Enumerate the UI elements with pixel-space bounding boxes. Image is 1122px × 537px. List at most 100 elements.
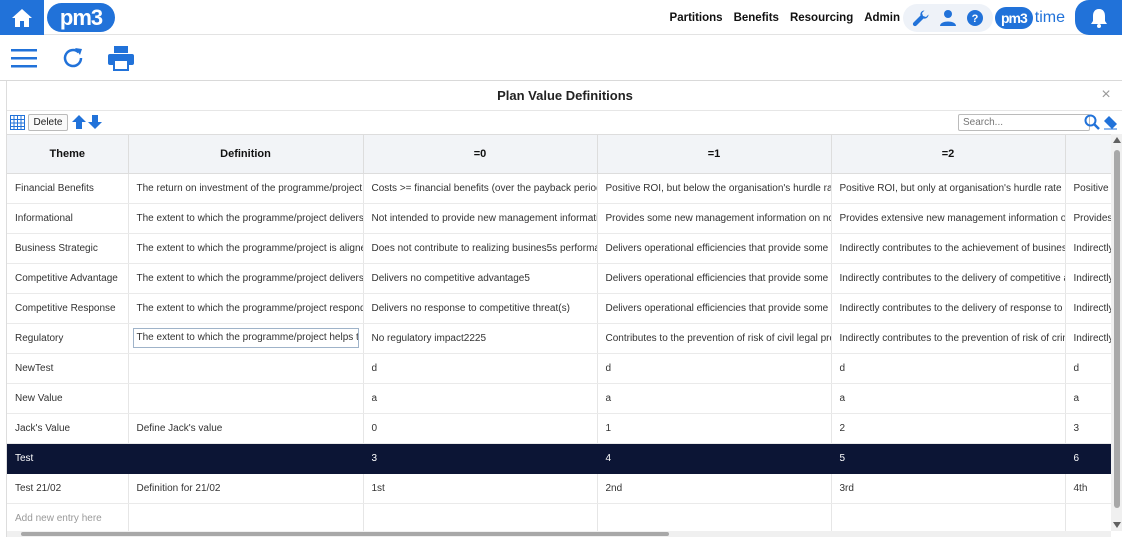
pm3-time-logo[interactable]: pm3 time (995, 6, 1065, 30)
notifications-button[interactable] (1075, 0, 1122, 35)
table-cell[interactable]: 3rd (831, 473, 1066, 504)
clear-filter-icon[interactable] (1103, 115, 1118, 130)
table-cell[interactable]: Positive ROI, but only at organisation's… (831, 173, 1066, 204)
table-cell[interactable] (597, 503, 832, 531)
table-cell[interactable]: Test (7, 443, 129, 474)
table-cell[interactable]: Indirectly contributes to the delivery o… (831, 263, 1066, 294)
table-cell[interactable]: Delivers operational efficiencies that p… (597, 263, 832, 294)
scroll-up-arrow[interactable] (1113, 137, 1121, 143)
search-icon[interactable] (1084, 114, 1100, 130)
table-cell[interactable]: Not intended to provide new management i… (363, 203, 598, 234)
table-row[interactable]: Competitive Advantage The extent to which… (7, 263, 1111, 294)
table-cell[interactable] (363, 503, 598, 531)
delete-button[interactable]: Delete (28, 114, 68, 131)
table-row[interactable]: Regulatory The extent to which the progra… (7, 323, 1111, 354)
table-row[interactable]: New Value a a a a (7, 383, 1111, 414)
table-cell[interactable]: Delivers no response to competitive thre… (363, 293, 598, 324)
table-cell[interactable]: Business Strategic (7, 233, 129, 264)
table-cell[interactable]: Indirectly contributes to the prevention… (831, 323, 1066, 354)
scroll-down-arrow[interactable] (1113, 522, 1121, 528)
table-cell[interactable]: Definition for 21/02 (128, 473, 364, 504)
table-cell[interactable]: 5 (831, 443, 1066, 474)
table-cell[interactable]: 3 (1065, 413, 1111, 444)
move-down-arrow-icon[interactable] (87, 114, 103, 130)
menu-button[interactable] (9, 43, 39, 73)
table-cell[interactable]: Indirectly (1065, 293, 1111, 324)
table-row[interactable]: Competitive Response The extent to which … (7, 293, 1111, 324)
table-cell[interactable]: The extent to which the programme/projec… (128, 293, 364, 324)
table-cell[interactable]: Financial Benefits (7, 173, 129, 204)
table-cell[interactable]: 4 (597, 443, 832, 474)
table-cell[interactable]: 2 (831, 413, 1066, 444)
table-cell[interactable]: a (831, 383, 1066, 414)
table-cell[interactable]: 4th (1065, 473, 1111, 504)
table-cell[interactable]: The extent to which the programme/projec… (128, 323, 364, 354)
table-cell[interactable]: d (597, 353, 832, 384)
table-cell[interactable]: Positive ROI, but below the organisation… (597, 173, 832, 204)
table-cell[interactable] (128, 353, 364, 384)
table-cell[interactable]: Competitive Advantage (7, 263, 129, 294)
table-row[interactable]: Test 21/02 Definition for 21/02 1st 2nd 3rd 4… (7, 473, 1111, 504)
table-cell[interactable]: Indirectly contributes to the delivery o… (831, 293, 1066, 324)
table-cell[interactable]: Provides (1065, 203, 1111, 234)
table-cell[interactable]: Competitive Response (7, 293, 129, 324)
refresh-button[interactable] (58, 43, 88, 73)
table-cell[interactable]: d (831, 353, 1066, 384)
table-cell[interactable]: Indirectly (1065, 323, 1111, 354)
print-button[interactable] (106, 43, 136, 73)
table-cell[interactable]: Indirectly contributes to the achievemen… (831, 233, 1066, 264)
nav-resourcing[interactable]: Resourcing (790, 12, 853, 24)
table-cell[interactable]: Costs >= financial benefits (over the pa… (363, 173, 598, 204)
wrench-icon[interactable] (912, 9, 930, 27)
table-cell[interactable]: The return on investment of the programm… (128, 173, 364, 204)
table-row[interactable]: Business Strategic The extent to which th… (7, 233, 1111, 264)
table-cell[interactable]: The extent to which the programme/projec… (128, 233, 364, 264)
table-cell[interactable]: New Value (7, 383, 129, 414)
user-icon[interactable] (939, 9, 957, 27)
table-cell[interactable]: Test 21/02 (7, 473, 129, 504)
table-cell[interactable]: Informational (7, 203, 129, 234)
table-cell[interactable] (128, 503, 364, 531)
table-cell[interactable]: No regulatory impact2225 (363, 323, 598, 354)
table-cell[interactable]: The extent to which the programme/projec… (128, 203, 364, 234)
nav-partitions[interactable]: Partitions (670, 12, 723, 24)
table-cell[interactable]: 1 (597, 413, 832, 444)
table-cell[interactable]: Define Jack's value (128, 413, 364, 444)
table-cell[interactable]: The extent to which the programme/projec… (128, 263, 364, 294)
table-cell[interactable]: 6 (1065, 443, 1111, 474)
table-cell[interactable]: Provides some new management information… (597, 203, 832, 234)
definition-edit-input[interactable]: The extent to which the programme/projec… (132, 328, 359, 348)
add-new-entry-row[interactable]: Add new entry here (7, 503, 1111, 531)
table-cell[interactable]: Does not contribute to realizing busines… (363, 233, 598, 264)
table-cell[interactable]: Regulatory (7, 323, 129, 354)
table-cell[interactable] (1065, 503, 1111, 531)
table-row[interactable]: NewTest d d d d (7, 353, 1111, 384)
nav-benefits[interactable]: Benefits (734, 12, 779, 24)
table-cell[interactable]: a (597, 383, 832, 414)
table-row[interactable]: Jack's Value Define Jack's value 0 1 2 3 (7, 413, 1111, 444)
nav-admin[interactable]: Admin (864, 12, 900, 24)
vertical-scrollbar[interactable] (1111, 134, 1122, 531)
table-cell[interactable]: NewTest (7, 353, 129, 384)
column-header-value-2[interactable]: =2 (831, 135, 1066, 174)
home-button[interactable] (0, 0, 44, 35)
add-new-entry-cell[interactable]: Add new entry here (7, 503, 129, 531)
table-cell[interactable]: 0 (363, 413, 598, 444)
table-cell[interactable]: 3 (363, 443, 598, 474)
table-cell[interactable]: Indirectly (1065, 233, 1111, 264)
horizontal-scroll-thumb[interactable] (21, 532, 669, 536)
table-cell[interactable]: Indirectly (1065, 263, 1111, 294)
table-cell[interactable]: 2nd (597, 473, 832, 504)
table-row[interactable]: Test 3 4 5 6 (7, 443, 1111, 474)
column-header-value-0[interactable]: =0 (363, 135, 598, 174)
column-header-definition[interactable]: Definition (128, 135, 364, 174)
close-icon[interactable]: × (1098, 87, 1114, 103)
table-cell[interactable]: d (363, 353, 598, 384)
table-cell[interactable]: Delivers operational efficiencies that p… (597, 293, 832, 324)
vertical-scroll-thumb[interactable] (1114, 150, 1120, 508)
table-cell[interactable] (128, 443, 364, 474)
table-cell[interactable]: Delivers operational efficiencies that p… (597, 233, 832, 264)
table-cell[interactable]: Delivers no competitive advantage5 (363, 263, 598, 294)
help-icon[interactable]: ? (966, 9, 984, 27)
table-cell[interactable]: d (1065, 353, 1111, 384)
